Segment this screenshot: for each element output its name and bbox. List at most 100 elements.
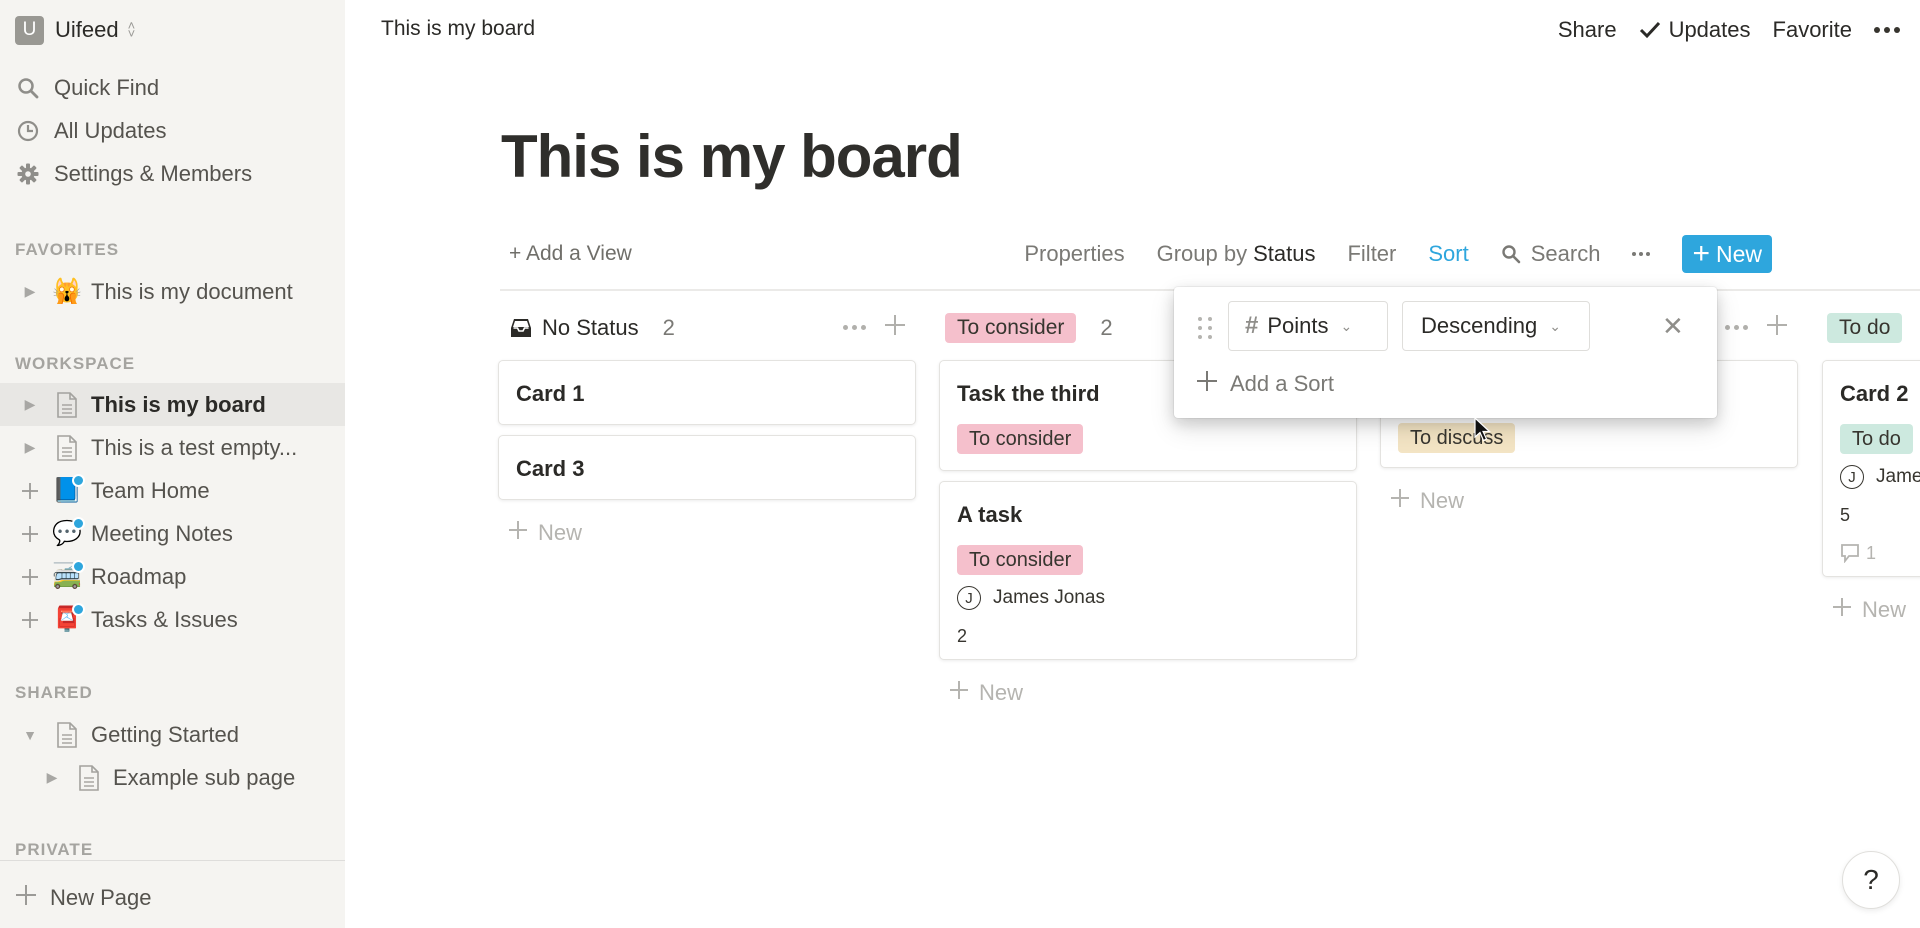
drag-handle-icon[interactable] (1198, 317, 1213, 339)
sidebar-item-team-home[interactable]: 📘 Team Home (0, 469, 345, 512)
sidebar-item-label: Quick Find (54, 75, 160, 100)
mailbox-emoji-icon: 📮 (52, 602, 85, 635)
sidebar-settings-members[interactable]: Settings & Members (15, 158, 252, 190)
sort-direction-select[interactable]: Descending ⌄ (1402, 301, 1590, 351)
column-new-button[interactable]: New (1832, 597, 1920, 623)
add-view-button[interactable]: + Add a View (509, 242, 632, 266)
sidebar-quick-find[interactable]: Quick Find (15, 72, 159, 104)
board-card[interactable]: A task To consider J James Jonas 2 (939, 481, 1357, 660)
status-tag: To consider (957, 424, 1084, 454)
board-card[interactable]: Card 2 To do J Jame 5 1 (1822, 360, 1920, 577)
page-icon (74, 763, 104, 793)
page-title[interactable]: This is my board (501, 122, 963, 191)
plus-icon[interactable] (17, 568, 43, 586)
sidebar-item-this-is-my-board[interactable]: ▶ This is my board (0, 383, 345, 426)
new-button-label: New (1715, 240, 1762, 267)
view-toolbar: + Add a View Properties Group by Status … (500, 235, 1772, 273)
plus-icon (15, 884, 37, 911)
group-by-value: Status (1253, 241, 1316, 266)
new-page-button[interactable]: New Page (15, 884, 152, 911)
comment-count: 1 (1866, 542, 1877, 563)
page-icon (52, 720, 82, 750)
column-new-label: New (1862, 597, 1907, 622)
share-button[interactable]: Share (1558, 17, 1617, 43)
gear-icon (15, 161, 41, 187)
sidebar-item-this-is-my-document[interactable]: ▶ 🙀 This is my document (0, 270, 345, 313)
column-new-button[interactable]: New (949, 680, 1357, 706)
sort-button[interactable]: Sort (1428, 241, 1468, 267)
workspace-switcher[interactable]: U Uifeed ˄ ˅ (15, 15, 135, 45)
workspace-avatar: U (15, 15, 44, 45)
updates-button[interactable]: Updates (1639, 17, 1751, 43)
column-more-icon[interactable] (843, 325, 866, 330)
comment-icon (1841, 544, 1859, 563)
status-tag: To do (1840, 424, 1913, 454)
sort-property-select[interactable]: # Points ⌄ (1228, 301, 1388, 351)
sidebar-all-updates[interactable]: All Updates (15, 115, 167, 147)
sidebar-item-label: Meeting Notes (91, 520, 233, 546)
updates-label: Updates (1668, 17, 1751, 42)
new-button[interactable]: + New (1682, 235, 1772, 273)
plus-icon[interactable] (17, 482, 43, 500)
sidebar-item-meeting-notes[interactable]: 💬 Meeting Notes (0, 512, 345, 555)
view-more-icon[interactable] (1632, 252, 1651, 256)
card-title: Card 1 (516, 381, 585, 406)
book-emoji-icon: 📘 (52, 473, 85, 506)
page-icon (52, 390, 82, 420)
scared-cat-emoji-icon: 🙀 (52, 278, 82, 305)
more-options-icon[interactable] (1874, 27, 1900, 33)
column-add-icon[interactable] (1766, 314, 1788, 341)
column-more-icon[interactable] (1725, 325, 1748, 330)
check-icon (1639, 21, 1660, 39)
points-value: 5 (1840, 504, 1851, 525)
group-by-label: Group by (1156, 241, 1248, 266)
unread-dot (72, 516, 85, 530)
sidebar-item-roadmap[interactable]: 🚎 Roadmap (0, 555, 345, 598)
expand-toggle-icon[interactable]: ▶ (17, 283, 43, 300)
collapse-toggle-icon[interactable]: ▼ (17, 727, 43, 743)
sidebar: U Uifeed ˄ ˅ Quick Find All Updates Setti… (0, 0, 345, 928)
search-button[interactable]: Search (1501, 241, 1600, 267)
person-avatar: J (1840, 465, 1864, 489)
plus-icon (1832, 597, 1852, 623)
expand-toggle-icon[interactable]: ▶ (39, 769, 65, 786)
column-name: No Status (542, 314, 639, 340)
search-icon (15, 75, 41, 101)
sidebar-item-example-sub-page[interactable]: ▶ Example sub page (0, 756, 345, 799)
sidebar-item-label: Roadmap (91, 563, 187, 589)
favorite-button[interactable]: Favorite (1773, 17, 1852, 43)
plus-icon (508, 520, 528, 546)
group-by-button[interactable]: Group by Status (1157, 241, 1316, 267)
filter-button[interactable]: Filter (1347, 241, 1396, 267)
column-new-button[interactable]: New (508, 520, 916, 546)
chevron-down-icon: ⌄ (1549, 317, 1561, 334)
sidebar-item-tasks-issues[interactable]: 📮 Tasks & Issues (0, 598, 345, 641)
properties-button[interactable]: Properties (1024, 241, 1124, 267)
remove-sort-icon[interactable]: ✕ (1662, 311, 1684, 342)
sidebar-item-label: All Updates (54, 118, 167, 143)
column-count: 2 (662, 314, 675, 340)
plus-icon: + (1692, 237, 1710, 270)
breadcrumb[interactable]: This is my board (381, 17, 535, 41)
board-card[interactable]: Card 1 (498, 360, 916, 425)
add-sort-button[interactable]: Add a Sort (1196, 370, 1334, 398)
expand-toggle-icon[interactable]: ▶ (17, 439, 43, 456)
column-add-icon[interactable] (884, 314, 906, 341)
help-button[interactable]: ? (1842, 851, 1900, 909)
plus-icon[interactable] (17, 611, 43, 629)
column-new-label: New (979, 680, 1024, 705)
expand-toggle-icon[interactable]: ▶ (17, 396, 43, 413)
plus-icon[interactable] (17, 525, 43, 543)
column-new-button[interactable]: New (1390, 488, 1798, 514)
sidebar-item-this-is-a-test-empty[interactable]: ▶ This is a test empty... (0, 426, 345, 469)
board-card[interactable]: Card 3 (498, 435, 916, 500)
sidebar-item-getting-started[interactable]: ▼ Getting Started (0, 713, 345, 756)
board-column-to-do: To do Card 2 To do J Jame 5 1 New (1822, 305, 1920, 623)
top-actions: Share Updates Favorite (1558, 14, 1900, 46)
column-header: To do (1822, 305, 1920, 350)
card-title: Card 3 (516, 456, 585, 481)
sidebar-item-label: Team Home (91, 477, 210, 503)
column-name: To do (1827, 312, 1903, 343)
search-icon (1502, 245, 1521, 264)
card-title: A task (957, 502, 1023, 527)
